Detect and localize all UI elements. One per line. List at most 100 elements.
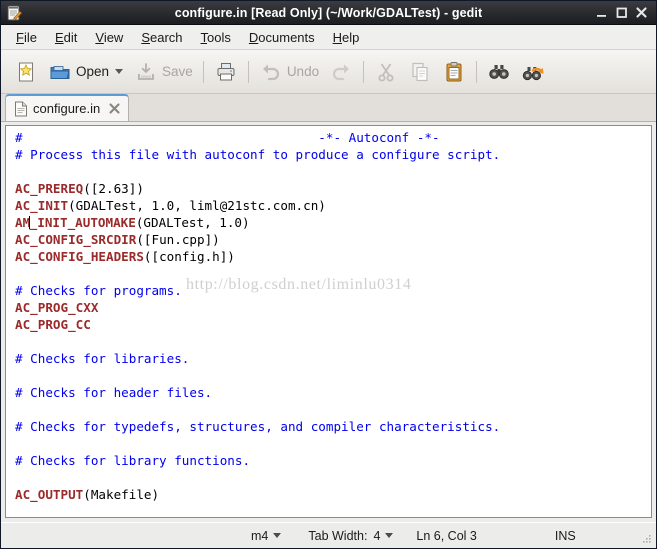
code-line: AC_OUTPUT(Makefile) [15, 486, 651, 503]
tab-width-selector[interactable]: Tab Width: 4 [308, 529, 394, 543]
macro-name: AC_PROG_CC [15, 317, 91, 332]
print-button[interactable] [209, 55, 243, 89]
toolbar: Open Save Undo [1, 50, 656, 94]
replace-button[interactable] [516, 55, 550, 89]
save-button[interactable]: Save [129, 55, 198, 89]
redo-arrow-icon [329, 60, 353, 84]
plain-text: ([2.63]) [83, 181, 144, 196]
chevron-down-icon[interactable] [273, 532, 282, 539]
macro-name: AC_OUTPUT [15, 487, 84, 502]
menu-tools[interactable]: Tools [192, 28, 240, 47]
code-line: # Checks for library functions. [15, 452, 651, 469]
cursor-position: Ln 6, Col 3 [416, 528, 477, 543]
code-line: AC_PREREQ([2.63]) [15, 180, 651, 197]
code-line: # Checks for libraries. [15, 350, 651, 367]
code-line: AC_CONFIG_HEADERS([config.h]) [15, 248, 651, 265]
macro-name: AC_INIT [15, 198, 69, 213]
macro-name: AC_PREREQ [15, 181, 84, 196]
redo-button[interactable] [324, 55, 358, 89]
cut-button[interactable] [369, 55, 403, 89]
status-bar: m4 Tab Width: 4 Ln 6, Col 3 INS [1, 522, 656, 548]
window-controls [593, 4, 656, 21]
toolbar-separator [363, 60, 365, 83]
menu-file[interactable]: File [7, 28, 46, 47]
menu-view[interactable]: View [86, 28, 132, 47]
editor-area: # -*- Autoconf -*- # Process this file wi… [1, 122, 656, 522]
text-file-icon [14, 101, 28, 117]
save-icon [134, 60, 158, 84]
code-line: AC_INIT(GDALTest, 1.0, liml@21stc.com.cn… [15, 197, 651, 214]
comment-text: # Process this file with autoconf to pro… [15, 147, 501, 162]
undo-arrow-icon [259, 60, 283, 84]
language-label: m4 [251, 528, 269, 543]
copy-button[interactable] [403, 55, 437, 89]
comment-text: # Checks for library functions. [15, 453, 251, 468]
plain-text: (GDALTest, 1.0) [135, 215, 250, 230]
title-bar: configure.in [Read Only] (~/Work/GDALTes… [1, 1, 656, 25]
text-view[interactable]: # -*- Autoconf -*- # Process this file wi… [5, 125, 652, 518]
toolbar-separator [202, 60, 204, 83]
close-button[interactable] [633, 4, 650, 21]
code-line: AC_PROG_CXX [15, 299, 651, 316]
open-button-label: Open [76, 64, 110, 79]
comment-text: # Checks for typedefs, structures, and c… [15, 419, 501, 434]
code-line: AC_CONFIG_SRCDIR([Fun.cpp]) [15, 231, 651, 248]
macro-name: AM [15, 215, 31, 230]
code-line: # Process this file with autoconf to pro… [15, 146, 651, 163]
resize-grip[interactable] [640, 532, 653, 545]
find-replace-icon [521, 60, 545, 84]
comment-text: # -*- Autoconf -*- [15, 130, 440, 145]
toolbar-separator [476, 60, 478, 83]
chevron-down-icon[interactable] [385, 532, 394, 539]
find-button[interactable] [482, 55, 516, 89]
chevron-down-icon[interactable] [115, 68, 124, 75]
window-title: configure.in [Read Only] (~/Work/GDALTes… [174, 5, 483, 20]
macro-name: AC_PROG_CXX [15, 300, 99, 315]
new-document-button[interactable] [9, 55, 43, 89]
menu-search[interactable]: Search [132, 28, 191, 47]
source-code[interactable]: # -*- Autoconf -*- # Process this file wi… [15, 129, 651, 503]
copy-icon [408, 60, 432, 84]
plain-text: (GDALTest, 1.0, liml@21stc.com.cn) [68, 198, 326, 213]
menu-bar: File Edit View Search Tools Documents He… [1, 25, 656, 50]
tab-width-value: 4 [373, 528, 381, 543]
language-selector[interactable]: m4 [251, 529, 282, 543]
menu-edit[interactable]: Edit [46, 28, 86, 47]
tab-width-label: Tab Width: [308, 528, 368, 543]
plain-text: ([Fun.cpp]) [136, 232, 220, 247]
tab-strip: configure.in [1, 94, 656, 122]
menu-help[interactable]: Help [324, 28, 369, 47]
macro-name: AC_CONFIG_HEADERS [15, 249, 144, 264]
tab-configure-in[interactable]: configure.in [5, 94, 130, 121]
open-button[interactable]: Open [43, 55, 129, 89]
scissors-icon [374, 60, 398, 84]
macro-name: _INIT_AUTOMAKE [29, 215, 136, 230]
comment-text: # Checks for header files. [15, 385, 213, 400]
open-folder-icon [48, 60, 72, 84]
gedit-notepad-pencil-icon [5, 4, 23, 22]
binoculars-icon [487, 60, 511, 84]
undo-button[interactable]: Undo [254, 55, 324, 89]
paste-button[interactable] [437, 55, 471, 89]
plain-text: (Makefile) [83, 487, 160, 502]
plain-text: ([config.h]) [143, 249, 235, 264]
minimize-button[interactable] [593, 4, 610, 21]
printer-icon [214, 60, 238, 84]
save-button-label: Save [162, 64, 193, 79]
close-tab-icon[interactable] [108, 102, 121, 115]
maximize-button[interactable] [613, 4, 630, 21]
macro-name: AC_CONFIG_SRCDIR [15, 232, 137, 247]
code-line: # -*- Autoconf -*- [15, 129, 651, 146]
menu-documents[interactable]: Documents [240, 28, 324, 47]
code-line: AC_PROG_CC [15, 316, 651, 333]
toolbar-separator [247, 60, 249, 83]
insert-mode-indicator: INS [554, 528, 576, 543]
code-line: # Checks for programs. [15, 282, 651, 299]
